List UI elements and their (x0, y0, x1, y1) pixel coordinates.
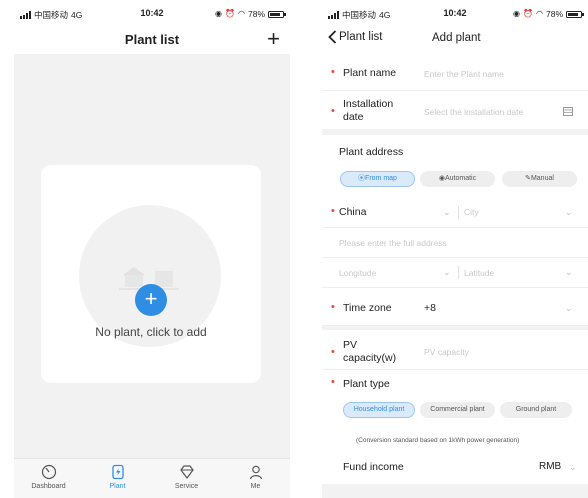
commercial-plant-option[interactable]: Commercial plant (420, 402, 495, 418)
wifi-icon: ◠ (238, 9, 245, 18)
location-icon: ◉ (215, 9, 223, 18)
tab-dashboard[interactable]: Dashboard (14, 459, 83, 498)
required-mark: • (331, 376, 335, 388)
dashboard-icon (41, 464, 56, 480)
plus-circle-icon[interactable]: + (135, 284, 167, 316)
status-bar: 中国移动 4G 10:42 ◉ ⏰ ◠ 78% (14, 0, 290, 26)
battery-percent: 78% (545, 9, 563, 19)
tab-label-me: Me (250, 483, 261, 490)
section-divider (322, 326, 588, 330)
battery-percent: 78% (247, 9, 265, 19)
chevron-down-icon: ⌄ (443, 207, 451, 217)
battery-icon (268, 10, 286, 18)
alarm-icon: ⏰ (523, 9, 533, 18)
status-bar: 中国移动 4G 10:42 ◉ ⏰ ◠ 78% (322, 0, 588, 26)
required-mark: • (331, 105, 335, 117)
installation-date-input[interactable]: Select the installation date (424, 107, 523, 117)
plant-name-input[interactable]: Enter the Plant name (424, 69, 504, 79)
plant-name-label: Plant name (343, 67, 397, 79)
plant-list-screen: 中国移动 4G 10:42 ◉ ⏰ ◠ 78% Plant list + + N… (14, 0, 290, 498)
full-address-input[interactable]: Please enter the full address (339, 238, 447, 248)
household-plant-option[interactable]: Household plant (343, 402, 415, 418)
city-select[interactable]: City (464, 207, 479, 217)
chevron-down-icon: ⌄ (565, 303, 573, 313)
tab-label-plant: Plant (109, 483, 126, 490)
page-title: Add plant (432, 32, 481, 44)
plus-icon[interactable]: + (267, 28, 280, 50)
installation-date-label: Installation date (343, 98, 394, 123)
service-icon (179, 465, 194, 479)
calendar-icon[interactable] (563, 106, 573, 116)
fund-income-label: Fund income (343, 461, 404, 473)
nav-bar: Plant list + (14, 26, 290, 54)
time-zone-row[interactable]: • Time zone +8 ⌄ (322, 292, 588, 326)
chevron-down-icon: ⌄ (565, 267, 573, 277)
tab-bar: Dashboard Plant Service Me (14, 458, 290, 498)
required-mark: • (331, 205, 335, 217)
time-zone-label: Time zone (343, 302, 392, 314)
tab-service[interactable]: Service (152, 459, 221, 498)
field-separator (458, 206, 459, 219)
chevron-down-icon: ⌄ (565, 207, 573, 217)
automatic-button[interactable]: ◉Automatic (420, 171, 495, 187)
back-button[interactable]: Plant list (328, 30, 382, 44)
pv-capacity-label: PV capacity(w) (343, 339, 397, 364)
chevron-down-icon: ⌄ (443, 267, 451, 277)
from-map-button[interactable]: ⦿From map (340, 171, 415, 187)
empty-state-card[interactable]: + No plant, click to add (41, 165, 261, 383)
plant-type-label: Plant type (343, 378, 390, 390)
alarm-icon: ⏰ (225, 9, 235, 18)
chevron-down-icon: ⌄ (569, 462, 577, 472)
conversion-note: (Conversion standard based on 1kWh power… (356, 437, 520, 444)
plant-address-title: Plant address (339, 146, 404, 158)
chevron-left-icon (328, 30, 337, 44)
nav-bar: Plant list Add plant (322, 26, 588, 52)
installation-date-row[interactable]: • Installation date Select the installati… (322, 91, 588, 129)
required-mark: • (331, 66, 335, 78)
section-divider (322, 129, 588, 135)
full-address-row: Please enter the full address (322, 228, 588, 258)
empty-message: No plant, click to add (95, 325, 207, 339)
required-mark: • (331, 346, 335, 358)
wifi-icon: ◠ (536, 9, 543, 18)
battery-icon (566, 10, 584, 18)
field-separator (458, 266, 459, 279)
back-label: Plant list (339, 31, 383, 43)
country-select[interactable]: China (339, 206, 366, 218)
pv-capacity-row: • PV capacity(w) PV capacity (322, 332, 588, 370)
location-pin-icon: ⦿ (358, 175, 366, 182)
currency-select[interactable]: RMB (539, 461, 561, 472)
time-zone-value[interactable]: +8 (424, 302, 436, 314)
bottom-spacer (322, 484, 588, 498)
fund-income-row[interactable]: Fund income RMB ⌄ (322, 452, 588, 484)
location-icon: ◉ (513, 9, 521, 18)
longitude-input[interactable]: Longitude (339, 268, 376, 278)
person-icon (249, 465, 262, 480)
plant-name-row: • Plant name Enter the Plant name (322, 57, 588, 91)
page-title: Plant list (124, 32, 180, 47)
manual-button[interactable]: ✎Manual (502, 171, 577, 187)
latitude-input[interactable]: Latitude (464, 268, 494, 278)
pv-capacity-input[interactable]: PV capacity (424, 347, 469, 357)
required-mark: • (331, 301, 335, 313)
tab-plant[interactable]: Plant (83, 459, 152, 498)
add-plant-screen: 中国移动 4G 10:42 ◉ ⏰ ◠ 78% Plant list Add p… (322, 0, 588, 498)
tab-label-service: Service (174, 483, 199, 490)
coordinates-row: Longitude ⌄ Latitude ⌄ (322, 258, 588, 288)
tab-me[interactable]: Me (221, 459, 290, 498)
tab-label-dashboard: Dashboard (31, 483, 66, 490)
country-city-row: • China ⌄ City ⌄ (322, 198, 588, 228)
ground-plant-option[interactable]: Ground plant (500, 402, 572, 418)
plant-icon (111, 464, 124, 480)
